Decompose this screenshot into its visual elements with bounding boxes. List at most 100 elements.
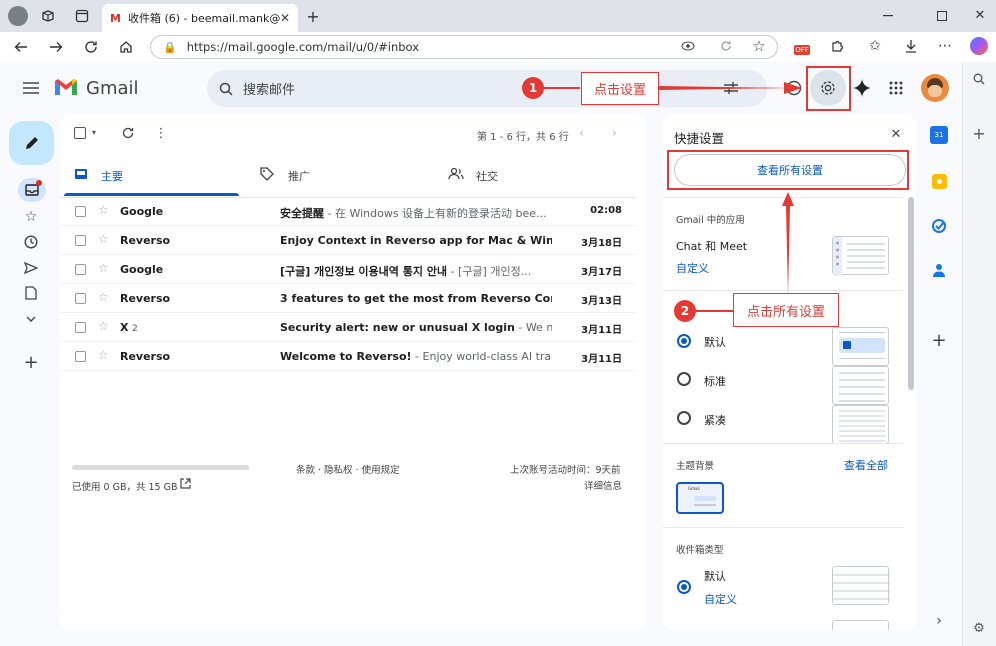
row-star-icon[interactable]: ☆: [98, 348, 109, 362]
tab-primary[interactable]: 主要: [60, 155, 239, 197]
social-people-icon: [448, 167, 464, 181]
nav-starred-icon[interactable]: ☆: [23, 209, 39, 225]
open-storage-icon[interactable]: [180, 478, 192, 490]
nav-drafts-icon[interactable]: [23, 285, 39, 301]
extensions-puzzle-icon[interactable]: [829, 38, 845, 54]
row-star-icon[interactable]: ☆: [98, 319, 109, 333]
apps-customize-link[interactable]: 自定义: [676, 260, 709, 276]
list-refresh-icon[interactable]: [121, 126, 135, 140]
email-row[interactable]: ☆ X 2 Security alert: new or unusual X l…: [60, 313, 636, 342]
inbox-type-customize-link[interactable]: 自定义: [704, 591, 737, 607]
footer-links[interactable]: 条款 · 隐私权 · 使用规定: [296, 462, 400, 476]
apps-grid-icon[interactable]: [887, 79, 905, 97]
chat-meet-label: Chat 和 Meet: [676, 240, 748, 253]
downloads-icon[interactable]: [903, 38, 919, 54]
tasks-app-icon[interactable]: [931, 218, 947, 234]
tab-promotions[interactable]: 推广: [250, 155, 429, 197]
density-compact-radio[interactable]: [677, 411, 691, 425]
nav-inbox[interactable]: [18, 178, 46, 202]
row-checkbox[interactable]: [75, 264, 86, 275]
email-subject-line: 3 features to get the most from Reverso …: [280, 292, 552, 305]
density-comfortable-radio[interactable]: [677, 372, 691, 386]
window-close-icon[interactable]: ✕: [972, 7, 988, 23]
details-link[interactable]: 详细信息: [584, 478, 622, 492]
tab-actions-icon[interactable]: [74, 8, 90, 24]
email-date: 3月17日: [581, 267, 622, 278]
maximize-icon[interactable]: [934, 8, 950, 24]
contacts-app-icon[interactable]: [931, 262, 947, 278]
nav-new-label-icon[interactable]: +: [23, 352, 39, 373]
copilot-icon[interactable]: [970, 37, 988, 55]
browser-menu-icon[interactable]: ⋯: [937, 38, 953, 54]
favorite-star-icon[interactable]: ☆: [751, 37, 767, 55]
browser-tab-gmail[interactable]: M 收件箱 (6) - beemail.mank@gmail ✕: [102, 4, 298, 32]
sync-icon[interactable]: [719, 39, 733, 53]
account-avatar[interactable]: [921, 74, 949, 102]
nav-more-chevron-icon[interactable]: [23, 311, 39, 327]
forward-icon[interactable]: [47, 38, 65, 56]
unread-dot: [36, 180, 42, 186]
select-dropdown-icon[interactable]: ▾: [92, 128, 96, 137]
tab-social[interactable]: 社交: [440, 155, 619, 197]
row-checkbox[interactable]: [75, 206, 86, 217]
email-row[interactable]: ☆ Google 安全提醒 - 在 Windows 设备上有新的登录活动 bee…: [60, 197, 636, 226]
email-row[interactable]: ☆ Reverso Enjoy Context in Reverso app f…: [60, 226, 636, 255]
email-row[interactable]: ☆ Reverso 3 features to get the most fro…: [60, 284, 636, 313]
nav-sent-icon[interactable]: [23, 260, 39, 276]
site-info-icon[interactable]: 🔒: [163, 41, 177, 54]
nav-snoozed-icon[interactable]: [23, 234, 39, 250]
row-star-icon[interactable]: ☆: [98, 290, 109, 304]
minimize-icon[interactable]: [880, 8, 896, 24]
profile-avatar-icon[interactable]: [8, 6, 28, 26]
callout-2-line: [696, 310, 734, 312]
list-more-icon[interactable]: ⋮: [154, 126, 168, 141]
main-menu-icon[interactable]: [22, 80, 40, 96]
back-icon[interactable]: [12, 38, 30, 56]
email-row[interactable]: ☆ Reverso Welcome to Reverso! - Enjoy wo…: [60, 342, 636, 371]
panel-scrollbar[interactable]: [908, 197, 914, 390]
inbox-type-default-radio[interactable]: [677, 580, 691, 594]
email-row[interactable]: ☆ Google [구글] 개인정보 이용내역 통지 안내 - [구글] 개인정…: [60, 255, 636, 284]
workspaces-icon[interactable]: [40, 8, 56, 24]
email-sender: Google: [120, 263, 164, 276]
chat-meet-preview: [832, 236, 889, 276]
promotions-tag-icon: [260, 167, 274, 181]
row-star-icon[interactable]: ☆: [98, 203, 109, 217]
tab-title: 收件箱 (6) - beemail.mank@gmail: [127, 12, 280, 25]
see-all-themes-link[interactable]: 查看全部: [844, 457, 888, 473]
get-addons-icon[interactable]: +: [931, 330, 947, 351]
extension-off-badge[interactable]: OFF: [794, 45, 810, 55]
last-activity-text: 上次账号活动时间：9天前: [510, 465, 621, 476]
search-icon[interactable]: [219, 82, 233, 96]
sidebar-search-icon[interactable]: [972, 72, 986, 86]
calendar-app-icon[interactable]: 31: [930, 126, 948, 144]
email-date: 3月13日: [581, 296, 622, 307]
row-checkbox[interactable]: [75, 322, 86, 333]
row-star-icon[interactable]: ☆: [98, 232, 109, 246]
new-tab-icon[interactable]: +: [305, 7, 321, 26]
email-date: 3月18日: [581, 238, 622, 249]
show-side-panel-icon[interactable]: ›: [931, 613, 947, 629]
row-checkbox[interactable]: [75, 235, 86, 246]
select-all-checkbox[interactable]: [74, 127, 86, 139]
row-checkbox[interactable]: [75, 351, 86, 362]
keep-app-icon[interactable]: [932, 174, 947, 189]
row-star-icon[interactable]: ☆: [98, 261, 109, 275]
callout-1-arrow: [544, 82, 802, 94]
tab-close-icon[interactable]: ✕: [280, 11, 290, 25]
row-checkbox[interactable]: [75, 293, 86, 304]
theme-preview[interactable]: Gmail: [676, 482, 724, 514]
gemini-sparkle-icon[interactable]: [853, 79, 871, 97]
tracking-prevention-icon[interactable]: [681, 39, 695, 53]
refresh-icon[interactable]: [82, 38, 100, 56]
gmail-favicon-icon: M: [110, 11, 121, 25]
home-icon[interactable]: [117, 38, 135, 56]
density-default-radio[interactable]: [677, 334, 691, 348]
favorites-icon[interactable]: ✩: [867, 38, 883, 54]
next-page-icon[interactable]: ›: [612, 126, 617, 140]
prev-page-icon[interactable]: ‹: [579, 126, 584, 140]
compose-button[interactable]: [9, 121, 54, 165]
sidebar-add-icon[interactable]: +: [972, 124, 986, 143]
sidebar-settings-icon[interactable]: ⚙: [972, 621, 986, 636]
quick-settings-close-icon[interactable]: ✕: [889, 127, 903, 142]
